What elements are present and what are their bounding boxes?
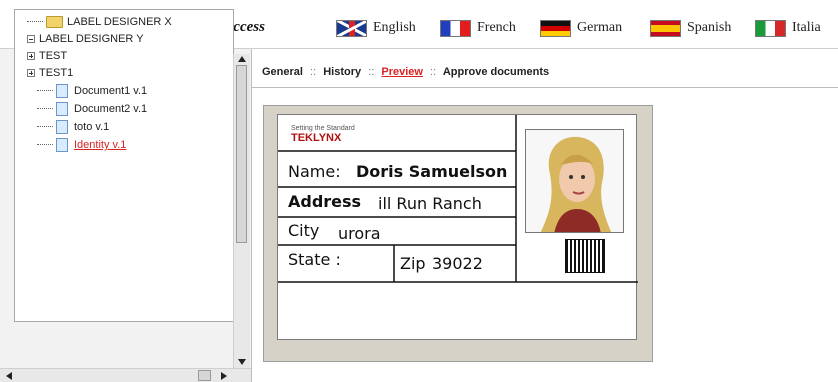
document-icon	[56, 138, 68, 152]
expand-icon[interactable]	[27, 69, 35, 77]
tab-general[interactable]: General	[262, 66, 303, 78]
tree-item-label: LABEL DESIGNER X	[67, 16, 172, 28]
language-german-label: German	[577, 20, 623, 35]
language-english-link[interactable]: English	[336, 18, 416, 38]
tree-connector	[37, 144, 53, 146]
tree-item-label-designer-y[interactable]: LABEL DESIGNER Y	[27, 30, 144, 48]
zip-value: 39022	[432, 254, 483, 273]
zip-label: Zip	[400, 254, 426, 273]
name-label: Name:	[288, 162, 341, 181]
tree-connector	[37, 126, 53, 128]
barcode-icon	[565, 239, 605, 273]
france-flag-icon	[440, 19, 471, 37]
address-value: ill Run Ranch	[378, 194, 482, 213]
scroll-up-arrow-icon[interactable]	[238, 56, 246, 62]
language-french-label: French	[477, 20, 516, 35]
scroll-down-arrow-icon[interactable]	[238, 359, 246, 365]
document-icon	[56, 102, 68, 116]
language-spanish-link[interactable]: Spanish	[650, 18, 731, 38]
tree-item-toto[interactable]: toto v.1	[37, 118, 109, 136]
language-french-link[interactable]: French	[440, 18, 516, 38]
scroll-right-arrow-icon[interactable]	[221, 372, 227, 380]
city-label: City	[288, 221, 320, 240]
address-label: Address	[288, 192, 362, 211]
language-english-label: English	[373, 20, 416, 35]
folder-icon	[46, 16, 63, 28]
tree-connector	[37, 90, 53, 92]
label-preview-card: Setting the Standard TEKLYNX Name: Doris…	[277, 114, 638, 340]
language-spanish-label: Spanish	[687, 20, 732, 35]
italy-flag-icon	[755, 19, 786, 37]
tree-connector	[27, 21, 43, 23]
language-german-link[interactable]: German	[540, 18, 622, 38]
city-value: urora	[338, 224, 381, 243]
document-icon	[56, 120, 68, 134]
document-tree: LABEL DESIGNER X LABEL DESIGNER Y TEST T…	[14, 9, 234, 322]
tree-item-document1[interactable]: Document1 v.1	[37, 82, 147, 100]
expand-icon[interactable]	[27, 52, 35, 60]
tree-item-label: LABEL DESIGNER Y	[39, 33, 144, 45]
tree-item-label: Identity v.1	[74, 139, 127, 151]
tab-separator: ::	[310, 66, 317, 78]
tab-preview[interactable]: Preview	[381, 66, 423, 78]
tree-item-test[interactable]: TEST	[27, 47, 67, 65]
tree-item-label-designer-x[interactable]: LABEL DESIGNER X	[27, 13, 172, 31]
state-label: State :	[288, 250, 341, 269]
name-value: Doris Samuelson	[356, 162, 508, 181]
tree-item-label: TEST1	[39, 67, 74, 79]
tree-item-test1[interactable]: TEST1	[27, 64, 73, 82]
scroll-left-arrow-icon[interactable]	[6, 372, 12, 380]
language-italian-label: Italia	[792, 20, 821, 35]
document-icon	[56, 84, 68, 98]
tab-separator: ::	[430, 66, 437, 78]
tab-history[interactable]: History	[323, 66, 361, 78]
uk-flag-icon	[336, 19, 367, 37]
tree-connector	[37, 108, 53, 110]
tree-item-label: TEST	[39, 50, 68, 62]
tab-divider	[252, 87, 838, 88]
tab-approve-documents[interactable]: Approve documents	[443, 66, 549, 78]
language-italian-link[interactable]: Italia	[755, 18, 821, 38]
portrait-icon	[525, 129, 624, 233]
tree-horizontal-scrollbar[interactable]	[0, 368, 251, 382]
tree-horizontal-scrollbar-thumb[interactable]	[198, 370, 211, 381]
tree-item-identity[interactable]: Identity v.1	[37, 136, 126, 154]
germany-flag-icon	[540, 19, 571, 37]
document-tabs: General :: History :: Preview :: Approve…	[262, 66, 549, 78]
spain-flag-icon	[650, 19, 681, 37]
tree-item-label: Document1 v.1	[74, 85, 148, 97]
tree-scrollbar-thumb[interactable]	[236, 65, 247, 243]
tree-item-document2[interactable]: Document2 v.1	[37, 100, 147, 118]
tab-separator: ::	[368, 66, 375, 78]
tree-item-label: toto v.1	[74, 121, 110, 133]
collapse-icon[interactable]	[27, 35, 35, 43]
tree-item-label: Document2 v.1	[74, 103, 148, 115]
